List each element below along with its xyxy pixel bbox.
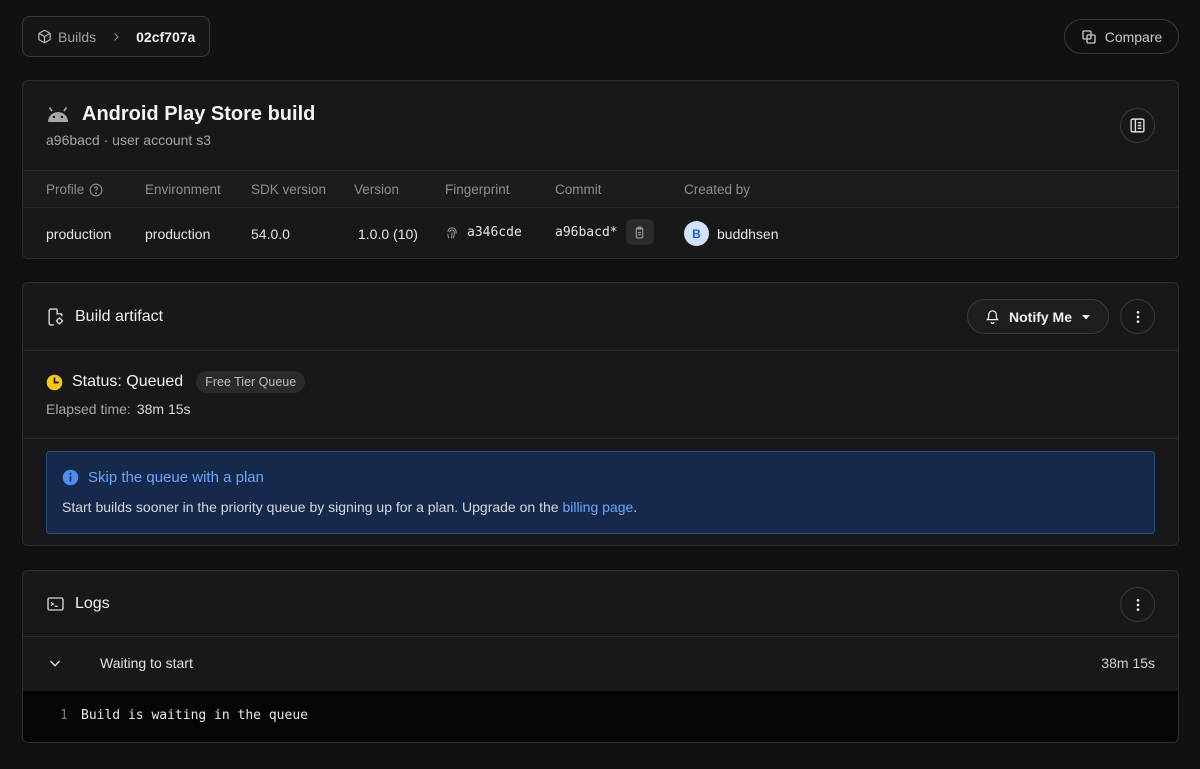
logs-card: Logs Waiting to start 38m 15s 1 Build is… [22, 570, 1179, 743]
status-text: Status: Queued [72, 373, 184, 390]
compare-button[interactable]: Compare [1064, 19, 1179, 54]
commit-field: a96bacd* [555, 219, 654, 245]
build-meta-header: Profile Environment SDK version Version … [23, 170, 1178, 208]
header-created-by: Created by [684, 182, 751, 197]
created-by-user[interactable]: B buddhsen [684, 221, 779, 246]
header-version: Version [354, 182, 400, 197]
log-step-label: Waiting to start [100, 655, 193, 671]
log-output: 1 Build is waiting in the queue [23, 691, 1178, 742]
panel-icon [1130, 118, 1145, 133]
build-artifact-card: Build artifact Notify Me Status: Queued … [22, 282, 1179, 546]
chevron-down-icon[interactable] [47, 655, 63, 671]
artifact-more-button[interactable] [1120, 299, 1155, 334]
logs-title: Logs [75, 595, 110, 612]
more-vertical-icon [1136, 310, 1139, 323]
log-step-time: 38m 15s [1101, 655, 1155, 671]
billing-page-link[interactable]: billing page [562, 499, 633, 515]
compare-label: Compare [1104, 28, 1163, 45]
avatar: B [684, 221, 709, 246]
fingerprint-link[interactable]: a346cde [445, 225, 522, 240]
copy-commit-button[interactable] [625, 219, 654, 245]
upgrade-callout: Skip the queue with a plan Start builds … [46, 451, 1155, 534]
info-icon [62, 469, 79, 486]
build-info-card: Android Play Store build a96bacd · user … [22, 80, 1179, 259]
build-artifact-title: Build artifact [75, 308, 164, 325]
notify-me-button[interactable]: Notify Me [967, 299, 1109, 334]
fingerprint-icon [447, 226, 457, 238]
header-sdk-version: SDK version [251, 182, 327, 197]
header-profile: Profile [46, 182, 103, 197]
clock-icon [46, 374, 63, 390]
elapsed-value: 38m 15s [136, 401, 191, 417]
build-subtitle: a96bacd · user account s3 [46, 132, 211, 148]
logs-more-button[interactable] [1120, 587, 1155, 622]
log-step-row[interactable]: Waiting to start 38m 15s [23, 637, 1178, 691]
callout-body-text: Start builds sooner in the priority queu… [62, 499, 563, 515]
callout-title: Skip the queue with a plan [88, 469, 264, 486]
breadcrumb-current: 02cf707a [136, 28, 196, 45]
log-line-text: Build is waiting in the queue [81, 708, 308, 723]
commit-value[interactable]: a96bacd* [555, 225, 618, 240]
callout-body: Start builds sooner in the priority queu… [62, 499, 637, 515]
breadcrumb-builds-link[interactable]: Builds [37, 29, 96, 45]
fingerprint-value: a346cde [467, 225, 522, 240]
divider [23, 350, 1178, 351]
sdk-version-value: 54.0.0 [251, 226, 290, 242]
chevron-right-icon [110, 31, 122, 43]
log-line-number: 1 [60, 708, 68, 723]
header-environment: Environment [145, 182, 221, 197]
version-value: 1.0.0 (10) [358, 226, 418, 242]
header-profile-label: Profile [46, 182, 85, 197]
notify-me-label: Notify Me [1009, 308, 1072, 325]
header-fingerprint: Fingerprint [445, 182, 510, 197]
divider [23, 438, 1178, 439]
box-icon [38, 29, 51, 44]
elapsed-time: Elapsed time: 38m 15s [46, 401, 191, 417]
android-icon [48, 106, 68, 122]
breadcrumb: Builds 02cf707a [22, 16, 211, 57]
profile-value: production [46, 226, 112, 242]
bell-icon [985, 310, 1000, 324]
callout-body-tail: . [633, 499, 638, 515]
compare-icon [1082, 29, 1096, 44]
breadcrumb-builds-label: Builds [58, 28, 97, 45]
clipboard-icon [635, 226, 644, 238]
queue-badge: Free Tier Queue [196, 371, 306, 393]
caret-down-icon [1082, 314, 1090, 319]
help-circle-icon[interactable] [89, 183, 103, 197]
created-by-value: buddhsen [717, 225, 779, 242]
file-gear-icon [48, 308, 64, 326]
header-commit: Commit [555, 182, 602, 197]
environment-value: production [145, 226, 211, 242]
terminal-icon [47, 597, 64, 611]
build-title: Android Play Store build [82, 103, 316, 125]
details-panel-button[interactable] [1120, 108, 1155, 143]
elapsed-label: Elapsed time: [46, 401, 131, 417]
more-vertical-icon [1136, 598, 1139, 611]
